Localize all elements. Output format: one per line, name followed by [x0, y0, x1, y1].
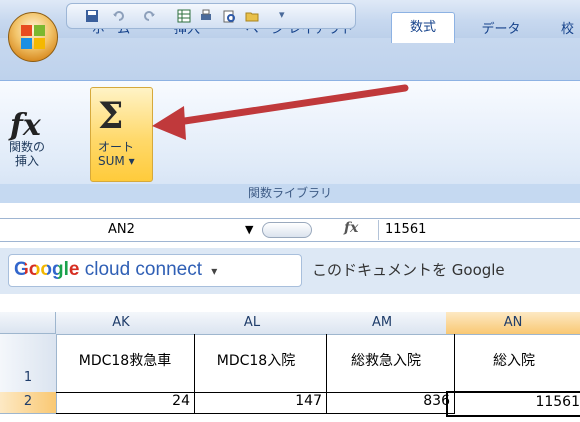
autosum-label: オート SUM ▾ [98, 140, 135, 168]
tab-review[interactable]: 校 [555, 18, 580, 42]
google-sync-caption: このドキュメントを Google [312, 261, 505, 279]
select-all-corner[interactable] [0, 312, 56, 334]
save-icon[interactable] [85, 9, 99, 23]
name-box[interactable]: AN2 [6, 220, 264, 240]
row-header-2[interactable]: 2 [0, 392, 57, 414]
function-library-group-label: 関数ライブラリ [0, 184, 580, 203]
column-header-am[interactable]: AM [318, 312, 447, 335]
google-dropdown-icon[interactable]: ▾ [211, 264, 217, 278]
google-cloud-connect-logo: Google cloud connect ▾ [14, 258, 217, 283]
sigma-icon: Σ [98, 95, 124, 137]
office-button[interactable] [8, 12, 58, 62]
print-preview-icon[interactable] [222, 9, 236, 23]
qat-customize-icon[interactable]: ▾ [279, 8, 285, 21]
cell-am1[interactable]: 総救急入院 [318, 334, 455, 393]
undo-icon[interactable] [112, 9, 126, 23]
table-icon[interactable] [177, 9, 191, 23]
redo-icon[interactable] [142, 9, 156, 23]
tab-formulas[interactable]: 数式 [391, 12, 455, 43]
column-header-al[interactable]: AL [186, 312, 319, 335]
tab-data[interactable]: データ [472, 18, 530, 42]
cell-al1[interactable]: MDC18入院 [186, 334, 327, 393]
cell-an1[interactable]: 総入院 [446, 334, 580, 393]
print-icon[interactable] [199, 9, 213, 23]
annotation-arrow-icon [152, 84, 409, 140]
cell-ak1[interactable]: MDC18救急車 [56, 334, 195, 393]
ribbon-tab-strip [0, 38, 580, 80]
cell-an2-selected[interactable]: 11561 [446, 391, 580, 417]
open-folder-icon[interactable] [245, 9, 259, 23]
quick-access-toolbar: ▾ [66, 3, 356, 29]
row-header-1[interactable]: 1 [0, 334, 57, 393]
column-header-ak[interactable]: AK [56, 312, 187, 335]
cell-am2[interactable]: 836 [318, 392, 455, 414]
formula-bar-resize-knob[interactable] [262, 222, 312, 238]
name-box-dropdown-icon[interactable]: ▼ [245, 223, 253, 236]
cell-al2[interactable]: 147 [186, 392, 327, 414]
cloud-connect-text: cloud connect [79, 259, 202, 280]
fx-icon: fx [10, 108, 41, 143]
fx-icon[interactable]: fx [344, 220, 358, 236]
formula-input[interactable]: 11561 [378, 220, 426, 240]
office-logo-icon [21, 25, 45, 49]
column-header-an[interactable]: AN [446, 312, 580, 335]
cell-ak2[interactable]: 24 [56, 392, 195, 414]
insert-function-label: 関数の 挿入 [8, 140, 45, 168]
google-logo-text: Google [14, 259, 80, 280]
